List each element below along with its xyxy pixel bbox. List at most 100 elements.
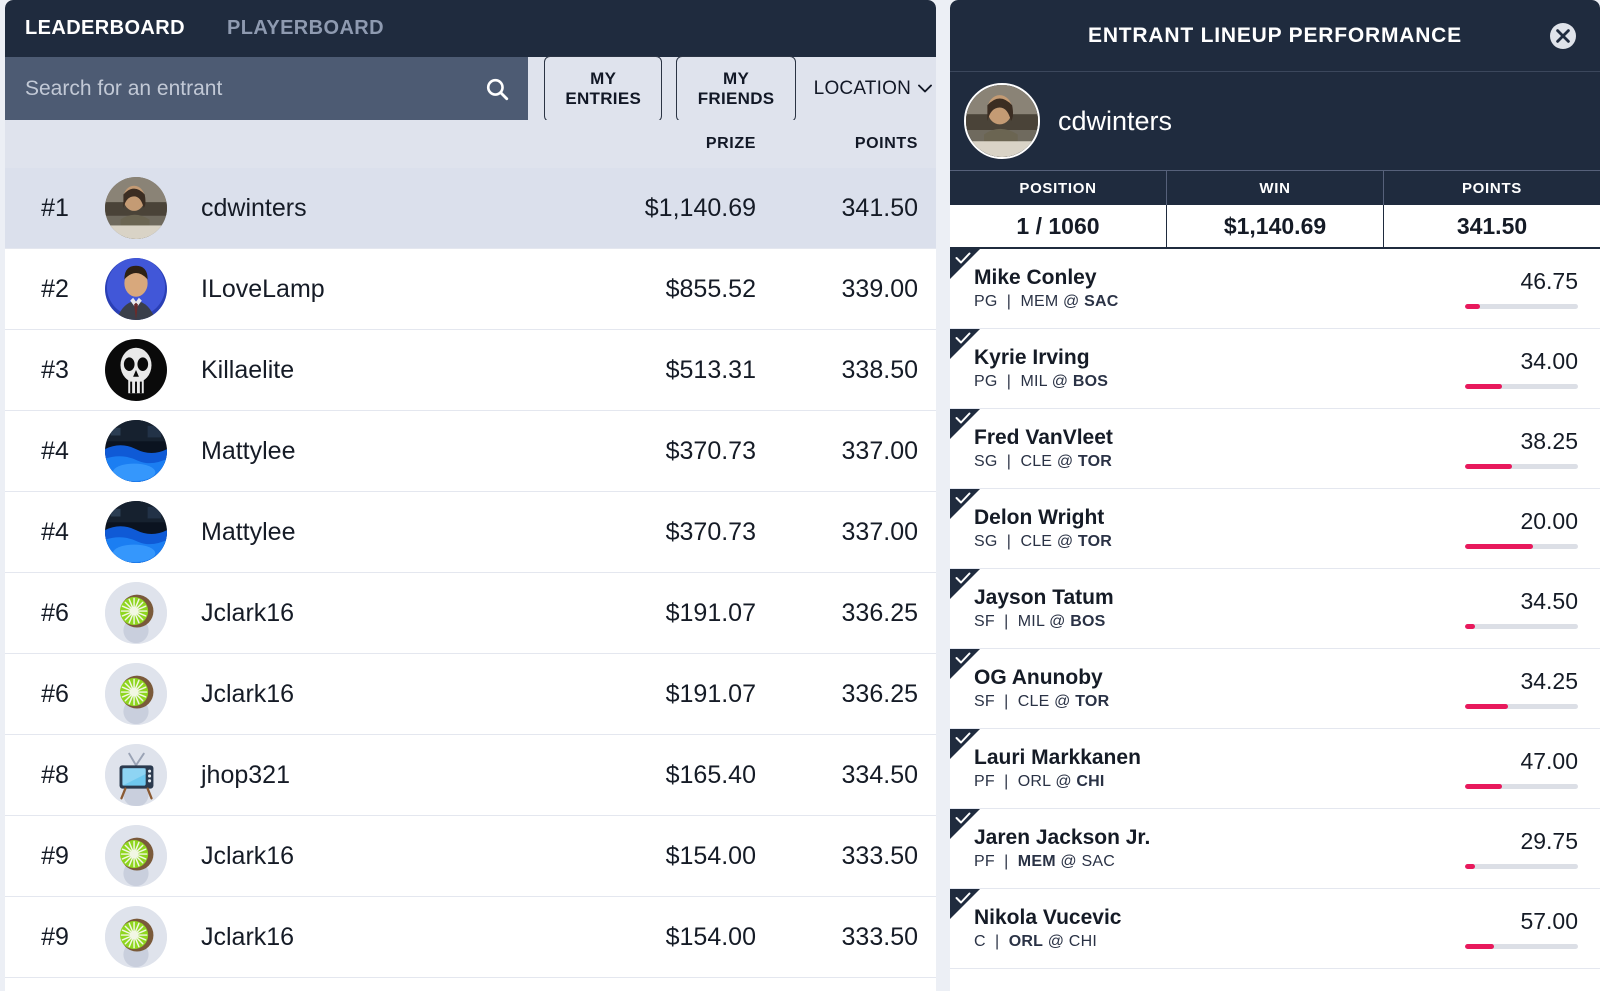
leaderboard-row[interactable]: #2 ILoveLamp $855.52 339.00 — [5, 249, 936, 330]
search-icon[interactable] — [484, 76, 510, 102]
rank-label: #8 — [41, 760, 69, 789]
player-score: 34.00 — [1520, 348, 1578, 374]
entrant-identity: cdwinters — [950, 72, 1600, 170]
avatar — [105, 906, 167, 968]
stats-header-row: POSITION WIN POINTS — [950, 170, 1600, 205]
check-icon — [955, 812, 971, 824]
player-info: Jayson Tatum SF | MIL @ BOS — [974, 586, 1465, 631]
player-row[interactable]: Nikola Vucevic C | ORL @ CHI 57.00 — [950, 889, 1600, 969]
player-progress-bar — [1465, 464, 1578, 469]
player-progress-fill — [1465, 784, 1503, 789]
player-progress-bar — [1465, 544, 1578, 549]
player-name: Jaren Jackson Jr. — [974, 826, 1151, 849]
player-progress-fill — [1465, 544, 1533, 549]
player-score-block: 38.25 — [1465, 428, 1578, 469]
player-score: 47.00 — [1520, 748, 1578, 774]
avatar — [105, 420, 167, 482]
player-progress-bar — [1465, 944, 1578, 949]
check-icon — [955, 572, 971, 584]
filter-buttons: MY ENTRIES MY FRIENDS LOCATION — [528, 55, 936, 122]
player-row[interactable]: OG Anunoby SF | CLE @ TOR 34.25 — [950, 649, 1600, 729]
prize-value: $370.73 — [665, 436, 756, 465]
entrant-username: Killaelite — [201, 355, 295, 384]
player-progress-bar — [1465, 704, 1578, 709]
player-score: 29.75 — [1520, 828, 1578, 854]
avatar — [105, 582, 167, 644]
player-info: Delon Wright SG | CLE @ TOR — [974, 506, 1465, 551]
prize-value: $154.00 — [665, 922, 756, 951]
player-row[interactable]: Mike Conley PG | MEM @ SAC 46.75 — [950, 249, 1600, 329]
entrant-username: Jclark16 — [201, 679, 295, 708]
player-row[interactable]: Delon Wright SG | CLE @ TOR 20.00 — [950, 489, 1600, 569]
player-matchup: SG | CLE @ TOR — [974, 533, 1113, 550]
entrant-username: Jclark16 — [201, 841, 295, 870]
leaderboard-row[interactable]: #9 Jclark16 $154.00 333.50 — [5, 816, 936, 897]
player-score: 57.00 — [1520, 908, 1578, 934]
leaderboard-row[interactable]: #9 Jclark16 $154.00 333.50 — [5, 897, 936, 978]
avatar — [105, 177, 167, 239]
rank-label: #4 — [41, 517, 69, 546]
player-info: Nikola Vucevic C | ORL @ CHI — [974, 906, 1465, 951]
points-value: 338.50 — [841, 355, 918, 384]
player-info: Jaren Jackson Jr. PF | MEM @ SAC — [974, 826, 1465, 871]
avatar — [964, 83, 1040, 159]
check-icon — [955, 892, 971, 904]
leaderboard-row[interactable]: #4 Mattylee $370.73 337.00 — [5, 492, 936, 573]
entrant-username: Jclark16 — [201, 598, 295, 627]
leaderboard-row[interactable]: #4 Mattylee $370.73 337.00 — [5, 411, 936, 492]
player-row[interactable]: Fred VanVleet SG | CLE @ TOR 38.25 — [950, 409, 1600, 489]
player-progress-bar — [1465, 864, 1578, 869]
rank-label: #3 — [41, 355, 69, 384]
stat-header-win: WIN — [1167, 171, 1384, 205]
check-icon — [955, 252, 971, 264]
player-name: OG Anunoby — [974, 666, 1103, 689]
rank-label: #9 — [41, 841, 69, 870]
player-progress-fill — [1465, 864, 1476, 869]
leaderboard-row[interactable]: #3 Killaelite $513.31 338.50 — [5, 330, 936, 411]
panel-title: ENTRANT LINEUP PERFORMANCE — [1088, 23, 1462, 47]
player-name: Nikola Vucevic — [974, 906, 1122, 929]
search-input[interactable] — [25, 76, 484, 101]
player-score-block: 29.75 — [1465, 828, 1578, 869]
leaderboard-row[interactable]: #1 cdwinters $1,140.69 341.50 — [5, 168, 936, 249]
tab-leaderboard[interactable]: LEADERBOARD — [19, 13, 191, 44]
check-icon — [955, 652, 971, 664]
prize-value: $1,140.69 — [644, 193, 756, 222]
prize-value: $154.00 — [665, 841, 756, 870]
prize-value: $165.40 — [665, 760, 756, 789]
stat-value-win: $1,140.69 — [1167, 205, 1384, 247]
column-headers: PRIZE POINTS — [5, 120, 936, 168]
player-row[interactable]: Jayson Tatum SF | MIL @ BOS 34.50 — [950, 569, 1600, 649]
player-score: 20.00 — [1520, 508, 1578, 534]
player-row[interactable]: Lauri Markkanen PF | ORL @ CHI 47.00 — [950, 729, 1600, 809]
player-row[interactable]: Jaren Jackson Jr. PF | MEM @ SAC 29.75 — [950, 809, 1600, 889]
stats-value-row: 1 / 1060 $1,140.69 341.50 — [950, 205, 1600, 249]
leaderboard-row[interactable]: #8 jhop321 $165.40 334.50 — [5, 735, 936, 816]
player-info: Mike Conley PG | MEM @ SAC — [974, 266, 1465, 311]
leaderboard-row[interactable]: #6 Jclark16 $191.07 336.25 — [5, 573, 936, 654]
check-icon — [955, 492, 971, 504]
tab-playerboard[interactable]: PLAYERBOARD — [221, 13, 390, 44]
points-value: 336.25 — [841, 598, 918, 627]
player-progress-bar — [1465, 384, 1578, 389]
avatar — [105, 258, 167, 320]
location-dropdown[interactable]: LOCATION — [810, 72, 936, 106]
player-name: Jayson Tatum — [974, 586, 1114, 609]
player-score-block: 46.75 — [1465, 268, 1578, 309]
leaderboard-rows: #1 cdwinters $1,140.69 341.50 #2 ILoveLamp $85… — [5, 168, 936, 991]
panel-header: ENTRANT LINEUP PERFORMANCE — [950, 0, 1600, 72]
player-name: Fred VanVleet — [974, 426, 1113, 449]
points-value: 341.50 — [841, 193, 918, 222]
entrant-username: Jclark16 — [201, 922, 295, 951]
my-friends-button[interactable]: MY FRIENDS — [676, 55, 796, 122]
player-score-block: 20.00 — [1465, 508, 1578, 549]
leaderboard-row[interactable]: #6 Jclark16 $191.07 336.25 — [5, 654, 936, 735]
close-icon[interactable] — [1548, 21, 1578, 51]
player-progress-fill — [1465, 624, 1476, 629]
my-entries-button[interactable]: MY ENTRIES — [544, 55, 663, 122]
avatar — [105, 339, 167, 401]
player-info: Fred VanVleet SG | CLE @ TOR — [974, 426, 1465, 471]
location-label: LOCATION — [813, 77, 911, 99]
player-row[interactable]: Kyrie Irving PG | MIL @ BOS 34.00 — [950, 329, 1600, 409]
rank-label: #4 — [41, 436, 69, 465]
